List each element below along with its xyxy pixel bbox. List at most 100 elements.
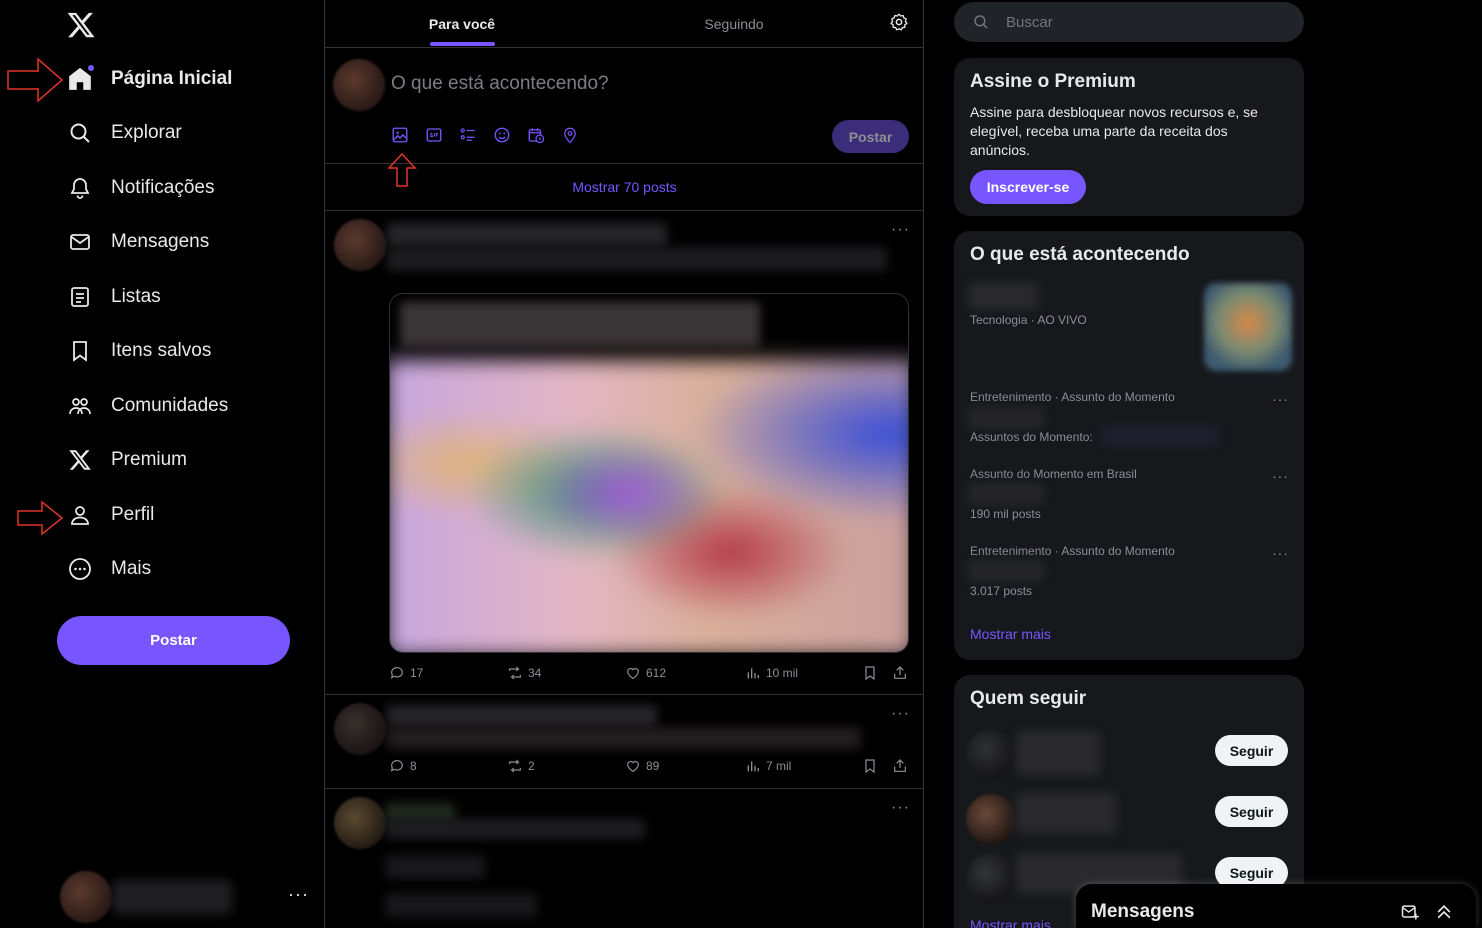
tab-following[interactable]: Seguindo	[599, 0, 869, 47]
post-button[interactable]: Postar	[57, 616, 290, 665]
post-item[interactable]: ··· 17 34 612 10 mil	[325, 211, 924, 695]
schedule-icon[interactable]	[527, 126, 547, 146]
reply-icon	[390, 760, 403, 772]
more-icon[interactable]: ···	[891, 799, 910, 817]
avatar	[333, 59, 385, 111]
repost-button[interactable]: 34	[507, 665, 541, 681]
subscribe-button[interactable]: Inscrever-se	[970, 170, 1086, 204]
post-item[interactable]: ···	[325, 789, 924, 928]
avatar	[334, 219, 386, 271]
account-more-icon[interactable]: ···	[288, 884, 309, 905]
bookmark-button[interactable]	[862, 758, 883, 774]
trend-context: Entretenimento · Assunto do Momento	[970, 544, 1175, 558]
nav-label: Mais	[111, 558, 152, 579]
avatar	[966, 729, 1016, 779]
avatar	[60, 871, 112, 923]
gear-icon[interactable]	[889, 12, 911, 34]
chevron-double-up-icon[interactable]	[1434, 902, 1454, 922]
messages-drawer[interactable]: Mensagens	[1076, 884, 1476, 928]
location-icon[interactable]	[561, 126, 581, 146]
nav-item-home[interactable]: Página Inicial	[66, 59, 232, 99]
compose-input[interactable]	[391, 70, 891, 98]
nav-item-lists[interactable]: Listas	[66, 277, 161, 317]
like-button[interactable]: 89	[625, 758, 659, 774]
heart-icon	[627, 667, 639, 680]
trend-context: Assunto do Momento em Brasil	[970, 467, 1137, 481]
reply-icon	[390, 667, 403, 679]
share-button[interactable]	[892, 665, 913, 681]
avatar	[966, 853, 1016, 903]
like-button[interactable]: 612	[625, 665, 666, 681]
nav-item-messages[interactable]: Mensagens	[66, 222, 209, 262]
trends-title: O que está acontecendo	[970, 244, 1190, 265]
gif-icon[interactable]	[425, 126, 445, 146]
timeline-tabs: Para você Seguindo	[325, 0, 924, 48]
share-icon	[894, 666, 906, 679]
tab-label: Seguindo	[704, 15, 764, 32]
image-icon[interactable]	[391, 126, 411, 146]
annotation-arrow-profile	[17, 500, 64, 536]
bookmark-button[interactable]	[862, 665, 883, 681]
repost-count: 2	[528, 759, 535, 773]
media-card[interactable]	[389, 293, 909, 653]
post-composer: Postar	[325, 48, 924, 187]
search-icon	[974, 15, 988, 29]
nav-label: Perfil	[111, 504, 155, 525]
nav-item-explore[interactable]: Explorar	[66, 113, 182, 153]
redacted-text	[387, 727, 861, 749]
trends-show-more[interactable]: Mostrar mais	[970, 626, 1051, 642]
follow-button[interactable]: Seguir	[1215, 735, 1288, 766]
repost-button[interactable]: 2	[507, 758, 535, 774]
view-count: 7 mil	[766, 759, 792, 773]
nav-item-communities[interactable]: Comunidades	[66, 386, 228, 426]
avatar	[334, 797, 386, 849]
show-new-posts[interactable]: Mostrar 70 posts	[325, 164, 924, 211]
tab-active-indicator	[430, 42, 495, 46]
nav-item-premium[interactable]: Premium	[66, 440, 187, 480]
search-input[interactable]	[1006, 13, 1286, 31]
follow-show-more[interactable]: Mostrar mais	[970, 917, 1051, 928]
trend-context: Tecnologia · AO VIVO	[970, 313, 1087, 327]
nav-item-profile[interactable]: Perfil	[66, 495, 154, 535]
account-switcher[interactable]: ···	[60, 870, 310, 924]
x-logo-icon[interactable]	[66, 10, 98, 40]
new-message-icon[interactable]	[1400, 902, 1420, 922]
redacted-text	[968, 483, 1044, 505]
nav-label: Itens salvos	[111, 340, 212, 361]
more-icon[interactable]: ···	[891, 705, 910, 723]
more-icon[interactable]: ···	[891, 221, 910, 239]
reply-button[interactable]: 8	[389, 758, 417, 774]
follow-button[interactable]: Seguir	[1215, 796, 1288, 827]
views-button[interactable]: 7 mil	[745, 758, 791, 774]
emoji-icon[interactable]	[493, 126, 513, 146]
more-icon[interactable]: ···	[1272, 391, 1289, 407]
avatar	[334, 703, 386, 755]
compose-post-button[interactable]: Postar	[832, 120, 909, 153]
repost-icon	[509, 666, 521, 680]
messages-drawer-title: Mensagens	[1091, 901, 1195, 922]
redacted-text	[387, 705, 657, 727]
search-icon	[66, 119, 94, 147]
redacted-text	[387, 247, 887, 271]
tab-for-you[interactable]: Para você	[325, 0, 599, 47]
redacted-text	[968, 283, 1038, 309]
post-image[interactable]	[390, 360, 908, 652]
bell-icon	[66, 174, 94, 202]
redacted-text	[1016, 793, 1116, 833]
share-icon	[894, 759, 906, 772]
nav-item-bookmarks[interactable]: Itens salvos	[66, 331, 211, 371]
nav-label: Notificações	[111, 177, 215, 198]
reply-button[interactable]: 17	[389, 665, 423, 681]
post-item[interactable]: ··· 8 2 89 7 mil	[325, 695, 924, 789]
more-icon[interactable]: ···	[1272, 468, 1289, 484]
search-box[interactable]	[954, 2, 1304, 42]
nav-item-more[interactable]: Mais	[66, 549, 151, 589]
share-button[interactable]	[892, 758, 913, 774]
nav-item-notifications[interactable]: Notificações	[66, 168, 215, 208]
poll-icon[interactable]	[459, 126, 479, 146]
views-button[interactable]: 10 mil	[745, 665, 798, 681]
more-icon[interactable]: ···	[1272, 545, 1289, 561]
view-count: 10 mil	[766, 666, 799, 680]
tab-label: Para você	[428, 15, 496, 32]
account-name-redacted	[112, 880, 232, 914]
